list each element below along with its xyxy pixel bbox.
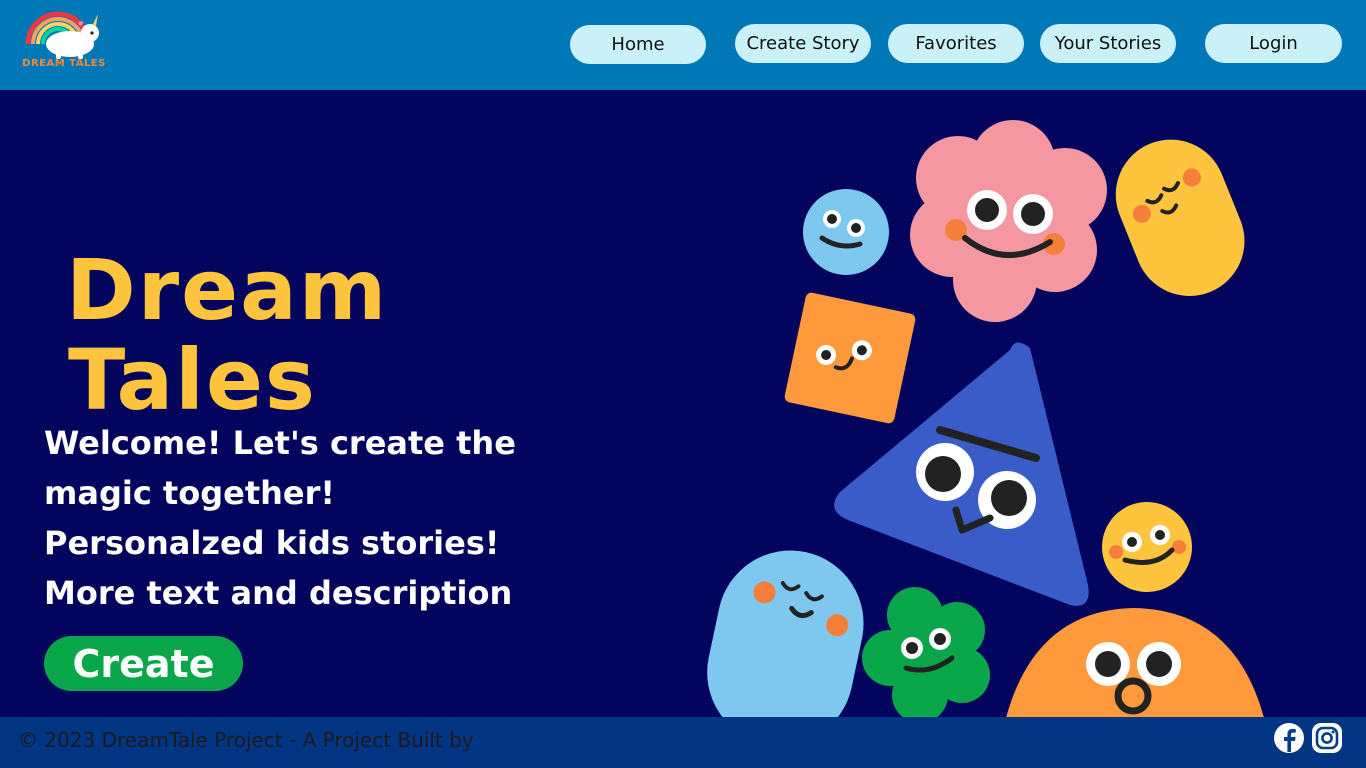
- nav-favorites-button[interactable]: Favorites: [888, 24, 1024, 63]
- hero-desc-line: magic together!: [44, 474, 335, 512]
- hero-title-line2: Tales: [68, 331, 317, 429]
- facebook-icon: [1274, 723, 1304, 753]
- hero-desc-line: More text and description: [44, 574, 513, 612]
- dream-tales-logo[interactable]: DREAM TALES: [18, 6, 110, 82]
- hero-description: Welcome! Let's create the magic together…: [44, 418, 604, 618]
- nav-create-story-button[interactable]: Create Story: [735, 24, 871, 63]
- hero-title-line1: Dream: [66, 241, 389, 339]
- yellow-pill-character: [1115, 139, 1245, 296]
- orange-dome-character: [1006, 608, 1264, 717]
- green-flower-character: [862, 587, 990, 717]
- instagram-icon[interactable]: [1311, 722, 1343, 754]
- facebook-icon[interactable]: [1273, 722, 1305, 754]
- create-button[interactable]: Create: [44, 636, 243, 691]
- top-header: DREAM TALES Home Create Story Favorites …: [0, 0, 1366, 90]
- logo-text: DREAM TALES: [22, 58, 106, 69]
- hero-title: Dream Tales: [66, 245, 388, 425]
- hero-desc-line: Personalzed kids stories!: [44, 524, 500, 562]
- orange-square-character: [784, 292, 916, 424]
- smiling-shapes-illustration: [707, 120, 1264, 717]
- hero-section: Dream Tales Welcome! Let's create the ma…: [0, 90, 1366, 717]
- pink-flower-character: [910, 120, 1107, 322]
- hero-desc-line: Welcome! Let's create the: [44, 424, 516, 462]
- yellow-circle-character: [1102, 502, 1192, 592]
- light-blue-pill-character: [707, 550, 864, 717]
- nav-login-button[interactable]: Login: [1205, 24, 1342, 63]
- nav-home-button[interactable]: Home: [570, 25, 706, 64]
- blue-circle-character: [803, 189, 889, 275]
- instagram-icon: [1312, 723, 1342, 753]
- nav-your-stories-button[interactable]: Your Stories: [1040, 24, 1176, 63]
- footer-copyright: © 2023 DreamTale Project - A Project Bui…: [18, 728, 474, 752]
- unicorn-logo-icon: [25, 11, 99, 59]
